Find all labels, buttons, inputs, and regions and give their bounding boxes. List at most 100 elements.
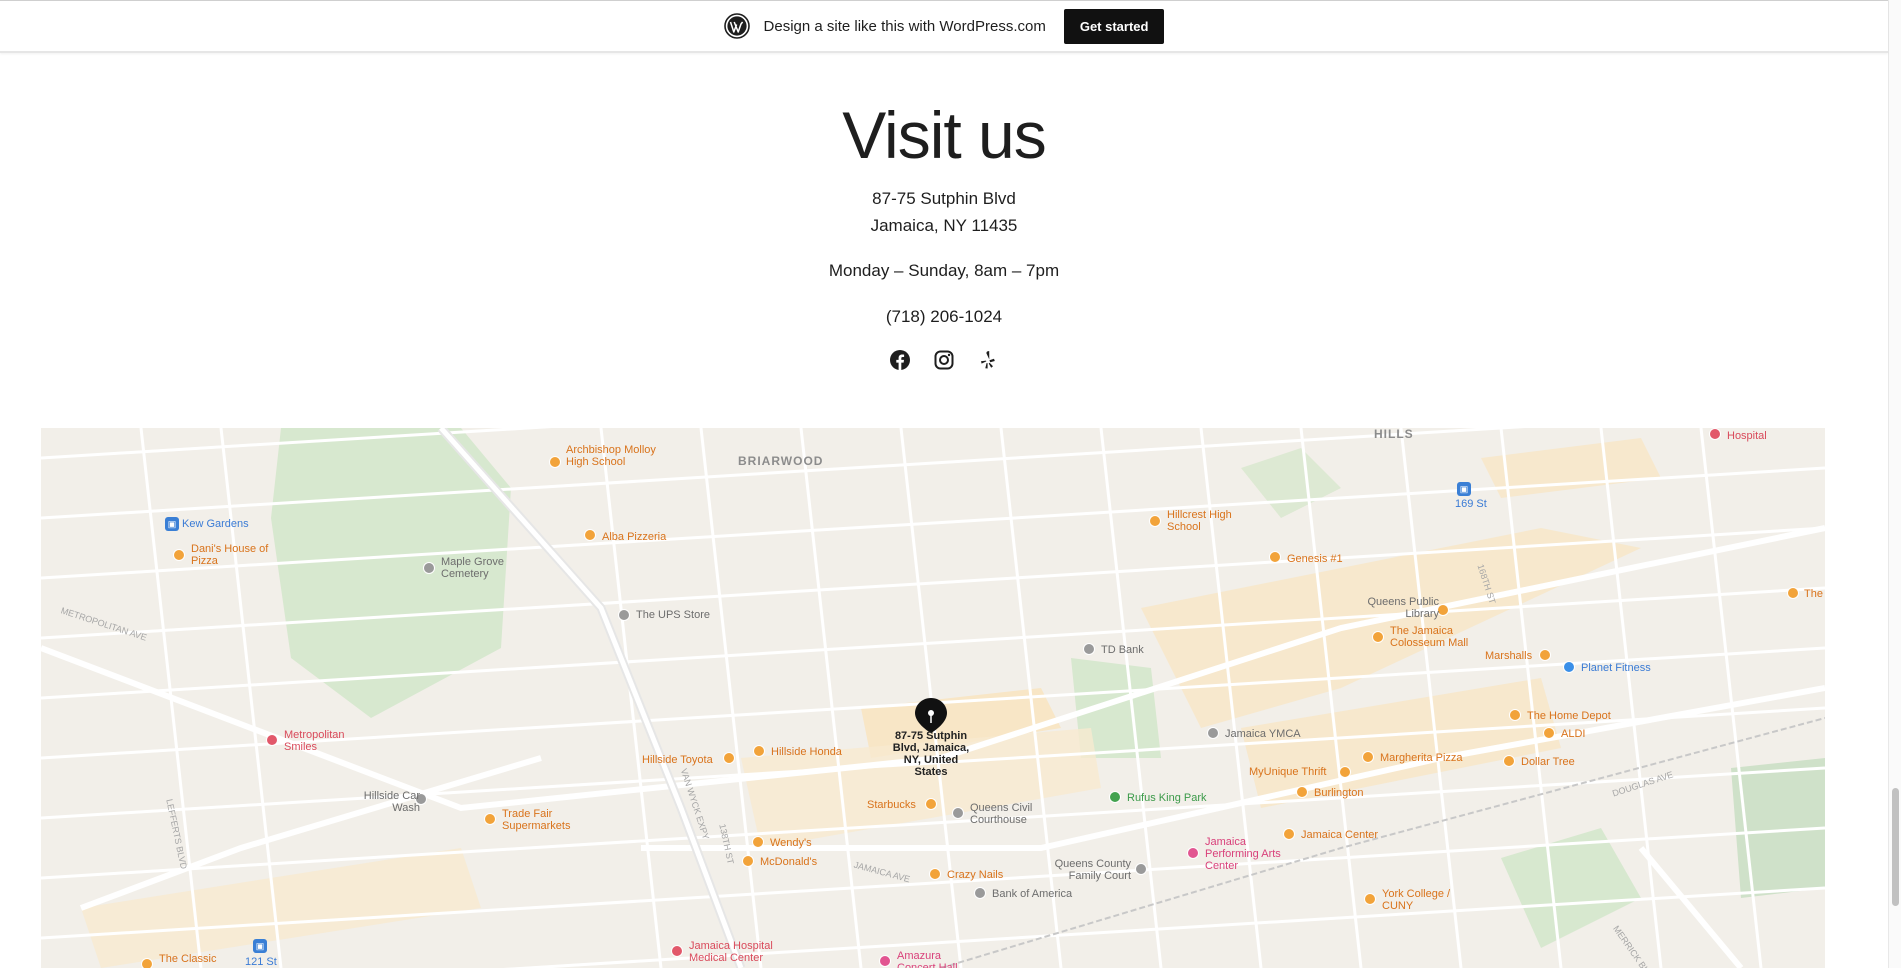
poi-dollar-tree[interactable]: Dollar Tree — [1521, 756, 1575, 768]
poi-york-college[interactable]: York College / CUNY — [1382, 888, 1482, 912]
cemetery-icon — [423, 562, 435, 574]
poi-crazy-nails[interactable]: Crazy Nails — [947, 869, 1003, 881]
poi-margherita-pizza[interactable]: Margherita Pizza — [1380, 752, 1463, 764]
poi-169-st[interactable]: 169 St — [1455, 498, 1487, 510]
poi-hillside-car-wash[interactable]: Hillside Car Wash — [360, 790, 420, 814]
shop-icon — [1543, 727, 1555, 739]
shop-icon — [1539, 649, 1551, 661]
poi-starbucks[interactable]: Starbucks — [867, 799, 916, 811]
poi-colosseum-mall[interactable]: The Jamaica Colosseum Mall — [1390, 625, 1480, 649]
car-dealer-icon — [753, 745, 765, 757]
hospital-icon — [1709, 428, 1721, 440]
map-pin-label: 87-75 Sutphin Blvd, Jamaica, NY, United … — [892, 730, 970, 778]
address: 87-75 Sutphin Blvd Jamaica, NY 11435 — [0, 185, 1888, 239]
location-map[interactable]: BRIARWOOD HILLS METROPOLITAN AVE JAMAICA… — [41, 428, 1825, 968]
poi-maple-grove[interactable]: Maple Grove Cemetery — [441, 556, 521, 580]
poi-hillside-honda[interactable]: Hillside Honda — [771, 746, 842, 758]
poi-danis-pizza[interactable]: Dani's House of Pizza — [191, 543, 271, 567]
scrollbar-thumb[interactable] — [1892, 788, 1899, 906]
poi-home-depot[interactable]: The Home Depot — [1527, 710, 1611, 722]
car-dealer-icon — [723, 752, 735, 764]
nails-icon — [929, 868, 941, 880]
music-icon — [879, 955, 891, 967]
poi-mcdonalds[interactable]: McDonald's — [760, 856, 817, 868]
poi-archbishop-molloy[interactable]: Archbishop Molloy High School — [566, 444, 656, 468]
store-icon — [618, 609, 630, 621]
school-icon — [549, 456, 561, 468]
poi-alba-pizzeria[interactable]: Alba Pizzeria — [602, 531, 666, 543]
shop-icon — [1509, 709, 1521, 721]
instagram-icon[interactable] — [933, 349, 955, 371]
restaurant-icon — [742, 855, 754, 867]
restaurant-icon — [141, 958, 153, 968]
poi-rufus-king-park[interactable]: Rufus King Park — [1127, 792, 1206, 804]
courthouse-icon — [1135, 863, 1147, 875]
get-started-button[interactable]: Get started — [1063, 8, 1165, 44]
yelp-icon[interactable] — [977, 349, 999, 371]
poi-trade-fair[interactable]: Trade Fair Supermarkets — [502, 808, 592, 832]
poi-td-bank[interactable]: TD Bank — [1101, 644, 1144, 656]
school-icon — [1364, 893, 1376, 905]
poi-genesis[interactable]: Genesis #1 — [1287, 553, 1343, 565]
poi-marshalls[interactable]: Marshalls — [1485, 650, 1532, 662]
park-icon — [1109, 791, 1121, 803]
restaurant-icon — [584, 529, 596, 541]
poi-family-court[interactable]: Queens County Family Court — [1041, 858, 1131, 882]
bank-icon — [974, 887, 986, 899]
theater-icon — [1187, 847, 1199, 859]
restaurant-icon — [1362, 751, 1374, 763]
poi-bank-of-america[interactable]: Bank of America — [992, 888, 1072, 900]
poi-the-classic[interactable]: The Classic — [159, 953, 216, 965]
wordpress-logo-icon[interactable] — [723, 13, 750, 39]
poi-the-right[interactable]: The — [1804, 588, 1823, 600]
shop-icon — [1339, 766, 1351, 778]
poi-wendys[interactable]: Wendy's — [770, 837, 812, 849]
poi-queens-library[interactable]: Queens Public Library — [1359, 596, 1439, 620]
hospital-icon — [671, 945, 683, 957]
gym-icon — [1207, 727, 1219, 739]
address-line-1: 87-75 Sutphin Blvd — [872, 189, 1016, 208]
poi-jamaica-ymca[interactable]: Jamaica YMCA — [1225, 728, 1301, 740]
poi-burlington[interactable]: Burlington — [1314, 787, 1364, 799]
transit-icon: ▣ — [1457, 482, 1471, 496]
coffee-icon — [925, 798, 937, 810]
visit-title: Visit us — [842, 98, 1047, 172]
school-icon — [1149, 515, 1161, 527]
facebook-icon[interactable] — [889, 349, 911, 371]
shop-icon — [1787, 587, 1799, 599]
poi-hospital[interactable]: Hospital — [1727, 430, 1767, 442]
social-links — [0, 349, 1888, 371]
phone-number: (718) 206-1024 — [885, 307, 1003, 326]
poi-kew-gardens[interactable]: Kew Gardens — [182, 518, 249, 530]
restaurant-icon — [173, 549, 185, 561]
poi-121-st[interactable]: 121 St — [245, 956, 277, 968]
poi-hillside-toyota[interactable]: Hillside Toyota — [642, 754, 713, 766]
poi-jpac[interactable]: Jamaica Performing Arts Center — [1205, 836, 1295, 872]
area-label-briarwood: BRIARWOOD — [738, 454, 824, 468]
poi-planet-fitness[interactable]: Planet Fitness — [1581, 662, 1651, 674]
poi-ups-store[interactable]: The UPS Store — [636, 609, 710, 621]
map-background — [41, 428, 1825, 968]
poi-aldi[interactable]: ALDI — [1561, 728, 1585, 740]
poi-jamaica-hospital[interactable]: Jamaica Hospital Medical Center — [689, 940, 789, 964]
transit-icon: ▣ — [253, 939, 267, 953]
scrollbar[interactable] — [1888, 0, 1901, 968]
poi-amazura[interactable]: Amazura Concert Hall — [897, 950, 977, 968]
poi-jamaica-center[interactable]: Jamaica Center — [1301, 829, 1378, 841]
shop-icon — [1296, 786, 1308, 798]
poi-hillcrest-hs[interactable]: Hillcrest High School — [1167, 509, 1257, 533]
shop-icon — [484, 813, 496, 825]
courthouse-icon — [952, 807, 964, 819]
opening-hours: Monday – Sunday, 8am – 7pm — [828, 261, 1060, 280]
transit-icon: ▣ — [165, 517, 179, 531]
poi-civil-courthouse[interactable]: Queens Civil Courthouse — [970, 802, 1050, 826]
restaurant-icon — [752, 836, 764, 848]
shop-icon — [1503, 755, 1515, 767]
area-label-hills: HILLS — [1374, 428, 1414, 441]
restaurant-icon — [1269, 551, 1281, 563]
dentist-icon — [266, 734, 278, 746]
poi-myunique-thrift[interactable]: MyUnique Thrift — [1249, 766, 1326, 778]
poi-metropolitan-smiles[interactable]: Metropolitan Smiles — [284, 729, 374, 753]
banner-text: Design a site like this with WordPress.c… — [763, 17, 1046, 35]
address-line-2: Jamaica, NY 11435 — [870, 216, 1018, 235]
